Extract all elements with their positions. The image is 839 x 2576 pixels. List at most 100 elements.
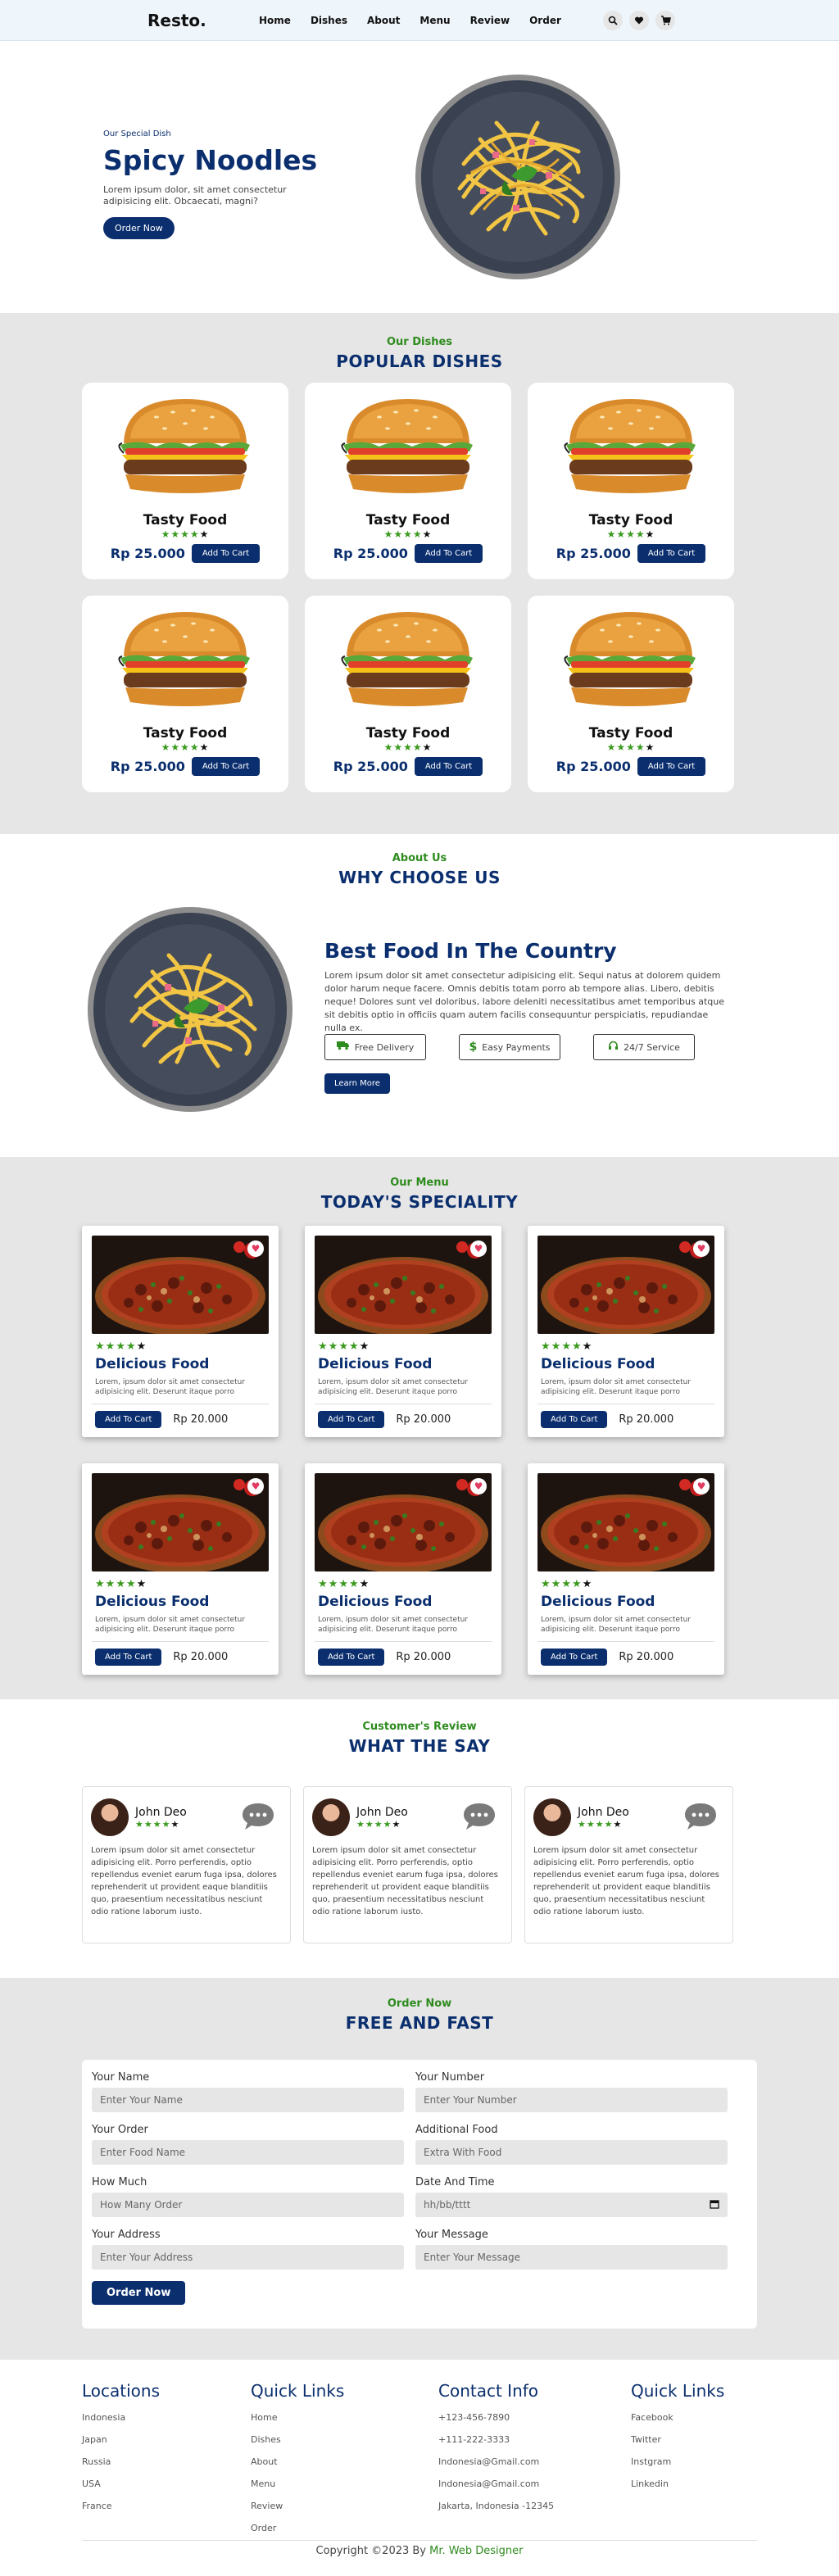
footer-link[interactable]: +123-456-7890	[438, 2412, 554, 2423]
why-title: WHY CHOOSE US	[338, 868, 501, 887]
footer-link[interactable]: Jakarta, Indonesia -12345	[438, 2501, 554, 2511]
add-to-cart-button[interactable]: Add To Cart	[95, 1649, 162, 1666]
footer-link[interactable]: Review	[251, 2501, 344, 2511]
star-filled-icon: ★	[403, 528, 413, 540]
heart-icon[interactable]: ♥	[247, 1478, 264, 1494]
heart-icon[interactable]: ♥	[470, 1478, 487, 1494]
field-placeholder: Enter Your Number	[424, 2094, 517, 2106]
field-input[interactable]: Enter Your Address	[92, 2245, 404, 2270]
footer-link[interactable]: Menu	[251, 2478, 344, 2489]
dish-price: Rp 25.000	[333, 546, 408, 561]
nav-home[interactable]: Home	[259, 15, 291, 26]
footer-link[interactable]: Dishes	[251, 2434, 344, 2445]
star-empty-icon: ★	[136, 1578, 147, 1590]
add-to-cart-button[interactable]: Add To Cart	[414, 757, 483, 776]
field-input[interactable]: How Many Order	[92, 2193, 404, 2217]
footer-link[interactable]: Indonesia	[82, 2412, 160, 2423]
field-placeholder: Enter Food Name	[100, 2147, 186, 2158]
star-filled-icon: ★	[578, 1818, 587, 1830]
add-to-cart-button[interactable]: Add To Cart	[637, 757, 706, 776]
add-to-cart-button[interactable]: Add To Cart	[191, 544, 261, 563]
speciality-card: ♥ ★★★★★ Delicious Food Lorem, ipsum dolor s…	[528, 1226, 724, 1437]
footer-link[interactable]: Russia	[82, 2456, 160, 2467]
why-text: Lorem ipsum dolor sit amet consectetur a…	[324, 970, 724, 1033]
field-input[interactable]: Enter Your Message	[415, 2245, 728, 2270]
order-form: Your Name Enter Your Name Your Number Enter…	[82, 2060, 757, 2329]
footer-link[interactable]: Twitter	[631, 2434, 724, 2445]
footer-link[interactable]: Linkedin	[631, 2478, 724, 2489]
reviews-title: WHAT THE SAY	[348, 1736, 491, 1756]
add-to-cart-button[interactable]: Add To Cart	[318, 1411, 385, 1428]
field-input[interactable]: Extra With Food	[415, 2140, 728, 2165]
dish-name: Tasty Food	[143, 512, 228, 528]
footer-link[interactable]: France	[82, 2501, 160, 2511]
add-to-cart-button[interactable]: Add To Cart	[414, 544, 483, 563]
footer-link[interactable]: Instgram	[631, 2456, 724, 2467]
heart-icon[interactable]: ♥	[693, 1240, 710, 1257]
order-section: Order Now FREE AND FAST Your Name Enter Y…	[0, 1978, 839, 2360]
why-heading: Best Food In The Country	[324, 939, 617, 963]
logo[interactable]: Resto.	[147, 11, 206, 30]
star-empty-icon: ★	[582, 1340, 593, 1353]
field-input[interactable]: Enter Food Name	[92, 2140, 404, 2165]
cart-icon[interactable]	[655, 11, 675, 30]
footer-link[interactable]: USA	[82, 2478, 160, 2489]
dish-card: Tasty Food ★★★★★ Rp 25.000 Add To Cart	[528, 596, 734, 792]
star-filled-icon: ★	[348, 1340, 360, 1353]
author-link[interactable]: Mr. Web Designer	[429, 2545, 523, 2557]
footer-link[interactable]: About	[251, 2456, 344, 2467]
nav-about[interactable]: About	[367, 15, 400, 26]
learn-more-button[interactable]: Learn More	[324, 1073, 390, 1094]
heart-icon[interactable]: ♥	[247, 1240, 264, 1257]
speciality-price: Rp 20.000	[396, 1413, 451, 1426]
add-to-cart-button[interactable]: Add To Cart	[95, 1411, 162, 1428]
nav-menu[interactable]: Menu	[420, 15, 450, 26]
pizza-image: ♥	[315, 1473, 492, 1571]
star-empty-icon: ★	[645, 528, 655, 540]
footer-link[interactable]: Japan	[82, 2434, 160, 2445]
dish-name: Tasty Food	[143, 725, 228, 742]
star-filled-icon: ★	[571, 1340, 583, 1353]
dish-grid: Tasty Food ★★★★★ Rp 25.000 Add To Cart Tast…	[82, 383, 734, 792]
nav-order[interactable]: Order	[529, 15, 561, 26]
star-filled-icon: ★	[328, 1340, 339, 1353]
field-input[interactable]: hh/bb/tttt	[415, 2193, 728, 2217]
field-input[interactable]: Enter Your Name	[92, 2088, 404, 2112]
star-empty-icon: ★	[199, 528, 210, 540]
add-to-cart-button[interactable]: Add To Cart	[318, 1649, 385, 1666]
pizza-image: ♥	[92, 1236, 269, 1334]
reviewer-name: John Deo	[135, 1805, 187, 1819]
footer-link[interactable]: Facebook	[631, 2412, 724, 2423]
add-to-cart-button[interactable]: Add To Cart	[541, 1411, 608, 1428]
speciality-card: ♥ ★★★★★ Delicious Food Lorem, ipsum dolor s…	[82, 1226, 279, 1437]
star-filled-icon: ★	[586, 1818, 596, 1830]
heart-icon[interactable]	[629, 11, 649, 30]
speciality-card: ♥ ★★★★★ Delicious Food Lorem, ipsum dolor s…	[528, 1463, 724, 1675]
add-to-cart-button[interactable]: Add To Cart	[541, 1649, 608, 1666]
star-filled-icon: ★	[338, 1340, 349, 1353]
add-to-cart-button[interactable]: Add To Cart	[191, 757, 261, 776]
nav-review[interactable]: Review	[470, 15, 510, 26]
dish-card: Tasty Food ★★★★★ Rp 25.000 Add To Cart	[528, 383, 734, 579]
add-to-cart-button[interactable]: Add To Cart	[637, 544, 706, 563]
search-icon[interactable]	[603, 11, 623, 30]
footer-link[interactable]: Home	[251, 2412, 344, 2423]
footer-link[interactable]: Indonesia@Gmail.com	[438, 2456, 554, 2467]
star-filled-icon: ★	[135, 1818, 144, 1830]
hero-order-button[interactable]: Order Now	[103, 217, 175, 239]
footer-link[interactable]: +111-222-3333	[438, 2434, 554, 2445]
reviews-subtitle: Customer's Review	[362, 1721, 477, 1733]
heart-icon[interactable]: ♥	[470, 1240, 487, 1257]
form-field: Your Number Enter Your Number	[415, 2071, 728, 2112]
speciality-card: ♥ ★★★★★ Delicious Food Lorem, ipsum dolor s…	[82, 1463, 279, 1675]
footer-link[interactable]: Indonesia@Gmail.com	[438, 2478, 554, 2489]
heart-icon[interactable]: ♥	[693, 1478, 710, 1494]
star-filled-icon: ★	[393, 742, 404, 753]
nav-dishes[interactable]: Dishes	[311, 15, 347, 26]
calendar-icon[interactable]	[710, 2199, 719, 2211]
order-now-button[interactable]: Order Now	[92, 2281, 186, 2305]
reviewer-info: John Deo ★★★★★	[578, 1806, 629, 1830]
field-input[interactable]: Enter Your Number	[415, 2088, 728, 2112]
speciality-title: Delicious Food	[95, 1594, 210, 1610]
footer-link[interactable]: Order	[251, 2523, 344, 2533]
